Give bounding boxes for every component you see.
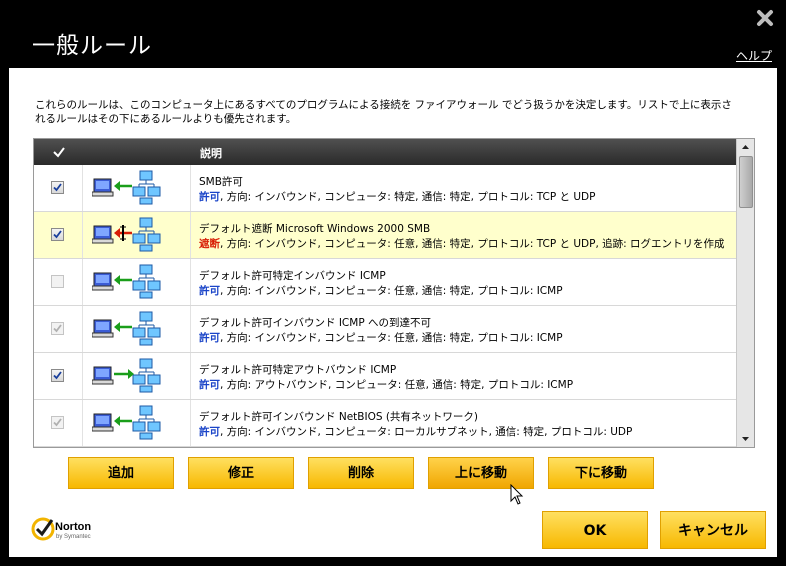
norton-logo: Norton by Symantec (31, 515, 111, 545)
rule-checkbox (51, 416, 64, 429)
rule-checkbox (51, 275, 64, 288)
check-icon (53, 418, 62, 427)
table-row[interactable]: デフォルト許可特定アウトバウンド ICMP 許可, 方向: アウトバウンド, コ… (34, 353, 737, 400)
icon-cell (83, 306, 191, 352)
rule-name: デフォルト許可特定アウトバウンド ICMP (199, 364, 397, 376)
brand-name: Norton (55, 521, 92, 533)
vertical-scrollbar[interactable] (736, 139, 754, 447)
inbound-allow-network-icon (92, 264, 161, 299)
rule-detail: 許可, 方向: アウトバウンド, コンピュータ: 任意, 通信: 特定, プロト… (199, 377, 573, 392)
arrow-down-icon (742, 437, 749, 441)
general-rules-window: 一般ルール ヘルプ これらのルールは、このコンピュータ上にあるすべてのプログラム… (0, 0, 786, 566)
icon-cell (83, 212, 191, 258)
checkbox-cell (34, 259, 83, 305)
scroll-thumb[interactable] (739, 156, 753, 208)
checkbox-cell (34, 212, 83, 258)
brand-sub: by Symantec (56, 534, 91, 540)
rule-detail-text: , 方向: インバウンド, コンピュータ: ローカルサブネット, 通信: 特定,… (220, 426, 633, 438)
rule-action: 許可 (199, 191, 220, 203)
icon-cell (83, 259, 191, 305)
rule-detail: 許可, 方向: インバウンド, コンピュータ: 任意, 通信: 特定, プロトコ… (199, 283, 563, 298)
inbound-allow-network-icon (92, 170, 161, 205)
rule-checkbox[interactable] (51, 369, 64, 382)
rule-detail: 遮断, 方向: インバウンド, コンピュータ: 任意, 通信: 特定, プロトコ… (199, 236, 725, 251)
rule-name: デフォルト許可インバウンド NetBIOS (共有ネットワーク) (199, 411, 479, 423)
table-row[interactable]: デフォルト許可特定インバウンド ICMP 許可, 方向: インバウンド, コンピ… (34, 259, 737, 306)
rule-detail: 許可, 方向: インバウンド, コンピュータ: 任意, 通信: 特定, プロトコ… (199, 330, 563, 345)
table-row[interactable]: SMB許可 許可, 方向: インバウンド, コンピュータ: 特定, 通信: 特定… (34, 165, 737, 212)
check-icon (53, 324, 62, 333)
rule-checkbox (51, 322, 64, 335)
add-button[interactable]: 追加 (68, 457, 174, 489)
delete-button[interactable]: 削除 (308, 457, 414, 489)
inbound-allow-network-icon (92, 311, 161, 346)
table-row[interactable]: デフォルト遮断 Microsoft Windows 2000 SMB 遮断, 方… (34, 212, 737, 259)
table-row[interactable]: デフォルト許可インバウンド NetBIOS (共有ネットワーク) 許可, 方向:… (34, 400, 737, 447)
rule-action: 許可 (199, 426, 220, 438)
icon-cell (83, 165, 191, 211)
check-icon (53, 183, 62, 192)
rule-name: デフォルト遮断 Microsoft Windows 2000 SMB (199, 223, 431, 235)
table-header: 説明 (34, 139, 737, 165)
rule-checkbox[interactable] (51, 181, 64, 194)
checkbox-cell (34, 165, 83, 211)
rule-detail-text: , 方向: アウトバウンド, コンピュータ: 任意, 通信: 特定, プロトコル… (220, 379, 574, 391)
outbound-allow-network-icon (92, 358, 161, 393)
content-panel: これらのルールは、このコンピュータ上にあるすべてのプログラムによる接続を ファイ… (9, 68, 777, 557)
rule-action: 許可 (199, 285, 220, 297)
check-header-icon (53, 147, 65, 158)
scroll-down-button[interactable] (737, 431, 754, 447)
rule-detail: 許可, 方向: インバウンド, コンピュータ: ローカルサブネット, 通信: 特… (199, 424, 632, 439)
rules-table: 説明 SMB許可 許可, 方向: インバウンド, コンピュータ: 特定, 通信:… (33, 138, 755, 448)
inbound-block-network-icon (92, 217, 161, 252)
rule-detail-text: , 方向: インバウンド, コンピュータ: 任意, 通信: 特定, プロトコル:… (220, 332, 563, 344)
checkbox-cell (34, 353, 83, 399)
rule-detail-text: , 方向: インバウンド, コンピュータ: 特定, 通信: 特定, プロトコル:… (220, 191, 596, 203)
rule-name: SMB許可 (199, 176, 243, 188)
icon-cell (83, 400, 191, 446)
description-text: これらのルールは、このコンピュータ上にあるすべてのプログラムによる接続を ファイ… (35, 99, 732, 125)
icon-cell (83, 353, 191, 399)
rule-name: デフォルト許可インバウンド ICMP への到達不可 (199, 317, 431, 329)
arrow-up-icon (742, 145, 749, 149)
close-icon[interactable] (756, 9, 774, 27)
header-description: 説明 (200, 147, 222, 160)
mouse-cursor-icon (510, 484, 524, 505)
table-row[interactable]: デフォルト許可インバウンド ICMP への到達不可 許可, 方向: インバウンド… (34, 306, 737, 353)
rule-action: 許可 (199, 332, 220, 344)
rule-checkbox[interactable] (51, 228, 64, 241)
rule-action: 許可 (199, 379, 220, 391)
rule-detail-text: , 方向: インバウンド, コンピュータ: 任意, 通信: 特定, プロトコル:… (220, 285, 563, 297)
checkbox-cell (34, 400, 83, 446)
move-down-button[interactable]: 下に移動 (548, 457, 654, 489)
window-title: 一般ルール (32, 33, 152, 59)
check-icon (53, 230, 62, 239)
inbound-allow-network-icon (92, 405, 161, 440)
rule-name: デフォルト許可特定インバウンド ICMP (199, 270, 386, 282)
rule-action: 遮断 (199, 238, 220, 250)
modify-button[interactable]: 修正 (188, 457, 294, 489)
help-link[interactable]: ヘルプ (736, 47, 772, 64)
cancel-button[interactable]: キャンセル (660, 511, 766, 549)
norton-check-icon (31, 517, 55, 541)
check-icon (53, 371, 62, 380)
checkbox-cell (34, 306, 83, 352)
ok-button[interactable]: OK (542, 511, 648, 549)
rule-detail-text: , 方向: インバウンド, コンピュータ: 任意, 通信: 特定, プロトコル:… (220, 238, 725, 250)
rules-list: SMB許可 許可, 方向: インバウンド, コンピュータ: 特定, 通信: 特定… (34, 165, 737, 447)
rule-detail: 許可, 方向: インバウンド, コンピュータ: 特定, 通信: 特定, プロトコ… (199, 189, 595, 204)
scroll-up-button[interactable] (737, 139, 754, 155)
